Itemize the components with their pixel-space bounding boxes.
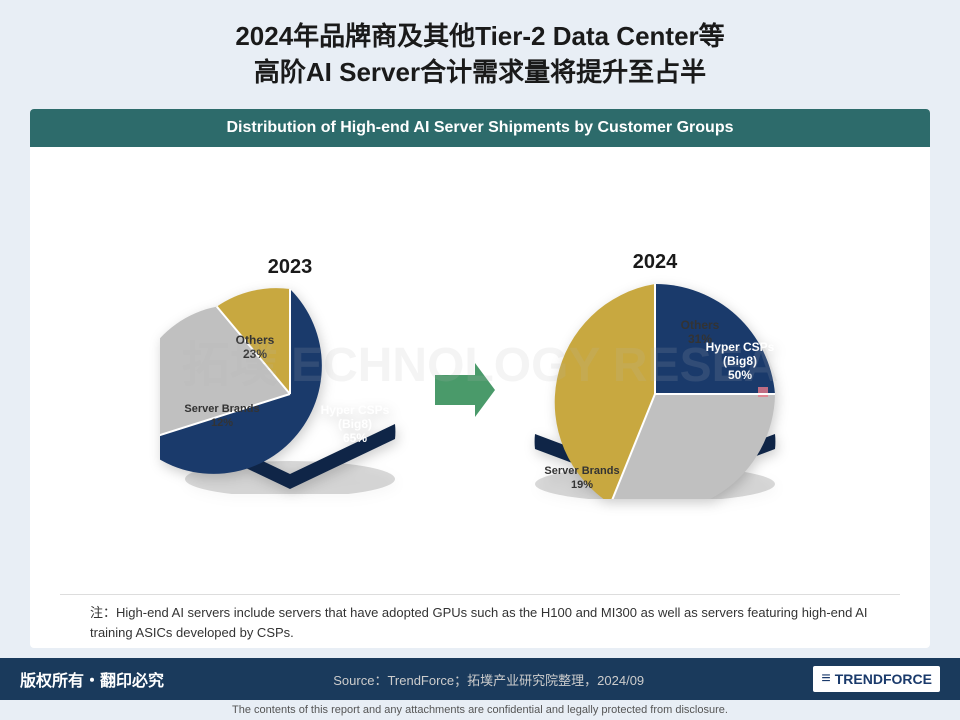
note-section: 注：High-end AI servers include servers th…: [60, 594, 900, 648]
svg-text:31%: 31%: [688, 332, 712, 346]
pie-2024: 2024: [510, 251, 800, 499]
chart-container: Distribution of High-end AI Server Shipm…: [30, 109, 930, 648]
footer: 版权所有・翻印必究 Source：TrendForce；拓墣产业研究院整理，20…: [0, 658, 960, 700]
logo-icon: ≡: [821, 670, 830, 688]
charts-area: 2023: [30, 147, 930, 594]
footer-logo: ≡ TRENDFORCE: [813, 666, 940, 692]
year-2024-label: 2024: [633, 251, 678, 274]
title-section: 2024年品牌商及其他Tier-2 Data Center等 高阶AI Serv…: [0, 0, 960, 99]
svg-text:Server Brands: Server Brands: [184, 403, 259, 415]
arrow-icon: [430, 355, 500, 425]
footer-copyright: 版权所有・翻印必究: [20, 667, 164, 691]
logo-text: TRENDFORCE: [835, 671, 932, 687]
main-container: 2024年品牌商及其他Tier-2 Data Center等 高阶AI Serv…: [0, 0, 960, 720]
disclaimer: The contents of this report and any atta…: [0, 700, 960, 720]
trendforce-logo: ≡ TRENDFORCE: [813, 666, 940, 692]
svg-text:12%: 12%: [211, 417, 233, 429]
svg-text:50%: 50%: [728, 368, 752, 382]
svg-text:Hyper CSPs: Hyper CSPs: [706, 340, 775, 354]
year-2023-label: 2023: [268, 256, 313, 279]
pie-chart-2023: Hyper CSPs (Big8) 65% Others 23% Server …: [160, 284, 420, 494]
svg-text:19%: 19%: [571, 479, 593, 491]
svg-text:Others: Others: [681, 318, 720, 332]
chart-header: Distribution of High-end AI Server Shipm…: [30, 109, 930, 147]
svg-text:Hyper CSPs: Hyper CSPs: [321, 403, 390, 417]
svg-text:(Big8): (Big8): [723, 354, 757, 368]
svg-text:65%: 65%: [343, 431, 367, 445]
arrow-container: [430, 355, 500, 425]
title-line2: 高阶AI Server合计需求量将提升至占半: [40, 54, 920, 90]
pie-2023: 2023: [160, 256, 420, 494]
svg-text:(Big8): (Big8): [338, 417, 372, 431]
footer-source: Source：TrendForce；拓墣产业研究院整理，2024/09: [333, 670, 644, 689]
pie-chart-2024: Hyper CSPs (Big8) 50% Others 31% Server …: [510, 279, 800, 499]
title-line1: 2024年品牌商及其他Tier-2 Data Center等: [40, 18, 920, 54]
svg-text:Others: Others: [236, 333, 275, 347]
svg-text:23%: 23%: [243, 347, 267, 361]
svg-text:Server Brands: Server Brands: [544, 465, 619, 477]
